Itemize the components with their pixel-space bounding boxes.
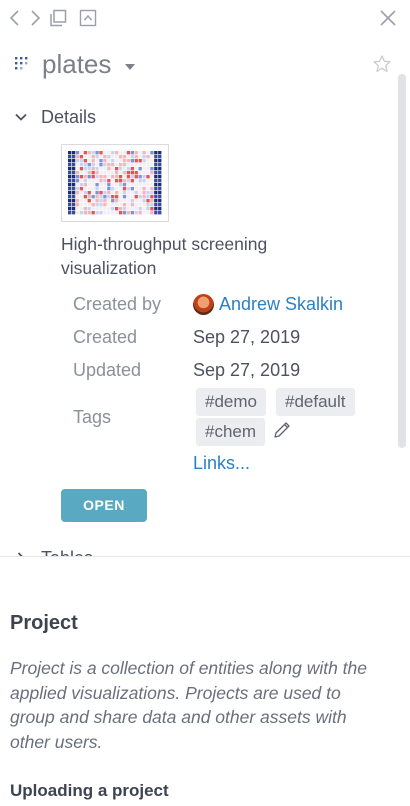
links-link[interactable]: Links... — [193, 451, 250, 475]
created-label: Created — [73, 327, 138, 347]
updated-value: Sep 27, 2019 — [193, 360, 301, 380]
tables-section-label: Tables — [41, 546, 93, 556]
close-icon[interactable] — [378, 8, 398, 28]
tables-section-header[interactable]: Tables — [0, 546, 200, 556]
collapse-up-icon[interactable] — [78, 8, 98, 28]
tag-demo[interactable]: #demo — [196, 388, 266, 416]
scrollbar[interactable] — [398, 74, 406, 448]
details-section-label: Details — [41, 107, 97, 127]
plate-heatmap-image — [68, 151, 162, 215]
title-row: plates — [0, 46, 400, 82]
star-icon[interactable] — [372, 54, 392, 74]
project-description: High-throughput screening visualization — [61, 234, 268, 278]
panel-divider — [0, 556, 410, 557]
help-title: Project — [10, 612, 78, 634]
tag-chem[interactable]: #chem — [196, 418, 266, 446]
chevron-left-icon[interactable] — [6, 8, 26, 28]
open-button[interactable]: OPEN — [61, 489, 147, 522]
tags-label: Tags — [73, 407, 112, 427]
tag-default[interactable]: #default — [276, 388, 355, 416]
details-panel: plates Details High-throughput screening… — [0, 36, 410, 556]
project-title[interactable]: plates — [42, 48, 111, 80]
chevron-down-icon[interactable] — [14, 110, 28, 124]
project-thumbnail[interactable] — [61, 144, 169, 222]
caret-down-icon[interactable] — [124, 59, 136, 70]
updated-label: Updated — [73, 360, 142, 380]
created-by-user-link[interactable]: Andrew Skalkin — [219, 292, 343, 316]
help-text: Project is a collection of entities alon… — [10, 658, 367, 752]
avatar — [193, 294, 214, 315]
pencil-icon[interactable] — [272, 420, 292, 440]
copy-window-icon[interactable] — [48, 8, 68, 28]
details-section-header[interactable]: Details — [0, 105, 200, 129]
project-grid-icon — [14, 56, 30, 72]
chevron-right-icon[interactable] — [24, 8, 44, 28]
created-value: Sep 27, 2019 — [193, 327, 301, 347]
panel-toolbar — [0, 0, 410, 36]
help-subtitle: Uploading a project — [10, 781, 169, 800]
created-by-label: Created by — [73, 294, 162, 314]
